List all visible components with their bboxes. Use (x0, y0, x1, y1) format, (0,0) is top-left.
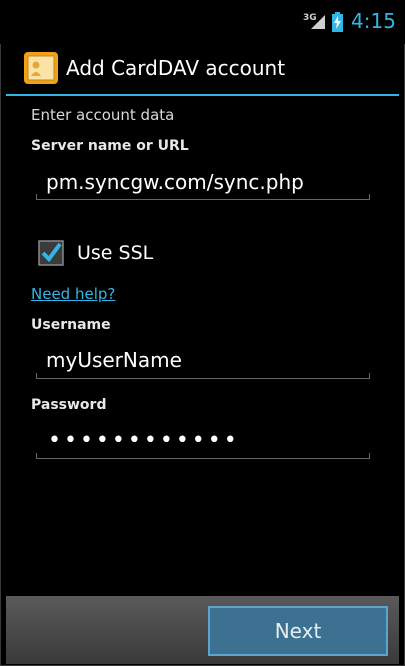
server-url-underline (36, 194, 370, 200)
contacts-app-icon (24, 52, 58, 84)
battery-charging-icon (332, 12, 343, 32)
screen-frame (0, 0, 405, 666)
title-divider (6, 94, 399, 96)
server-url-field[interactable]: pm.syncgw.com/sync.php (46, 170, 304, 194)
form-intro: Enter account data (31, 106, 175, 124)
password-field[interactable]: •••••••••••• (48, 428, 240, 453)
password-label: Password (31, 397, 107, 413)
use-ssl-label[interactable]: Use SSL (77, 242, 153, 264)
username-underline (36, 373, 370, 379)
signal-icon (311, 15, 325, 29)
username-label: Username (31, 317, 111, 333)
next-button[interactable]: Next (208, 606, 388, 656)
use-ssl-checkbox[interactable] (38, 240, 64, 266)
page-title: Add CardDAV account (66, 56, 286, 80)
need-help-link[interactable]: Need help? (31, 285, 115, 303)
server-label: Server name or URL (31, 138, 189, 154)
clock: 4:15 (351, 9, 396, 33)
password-underline (36, 453, 370, 459)
status-bar: 3G 4:15 (0, 0, 405, 44)
username-field[interactable]: myUserName (46, 348, 182, 372)
